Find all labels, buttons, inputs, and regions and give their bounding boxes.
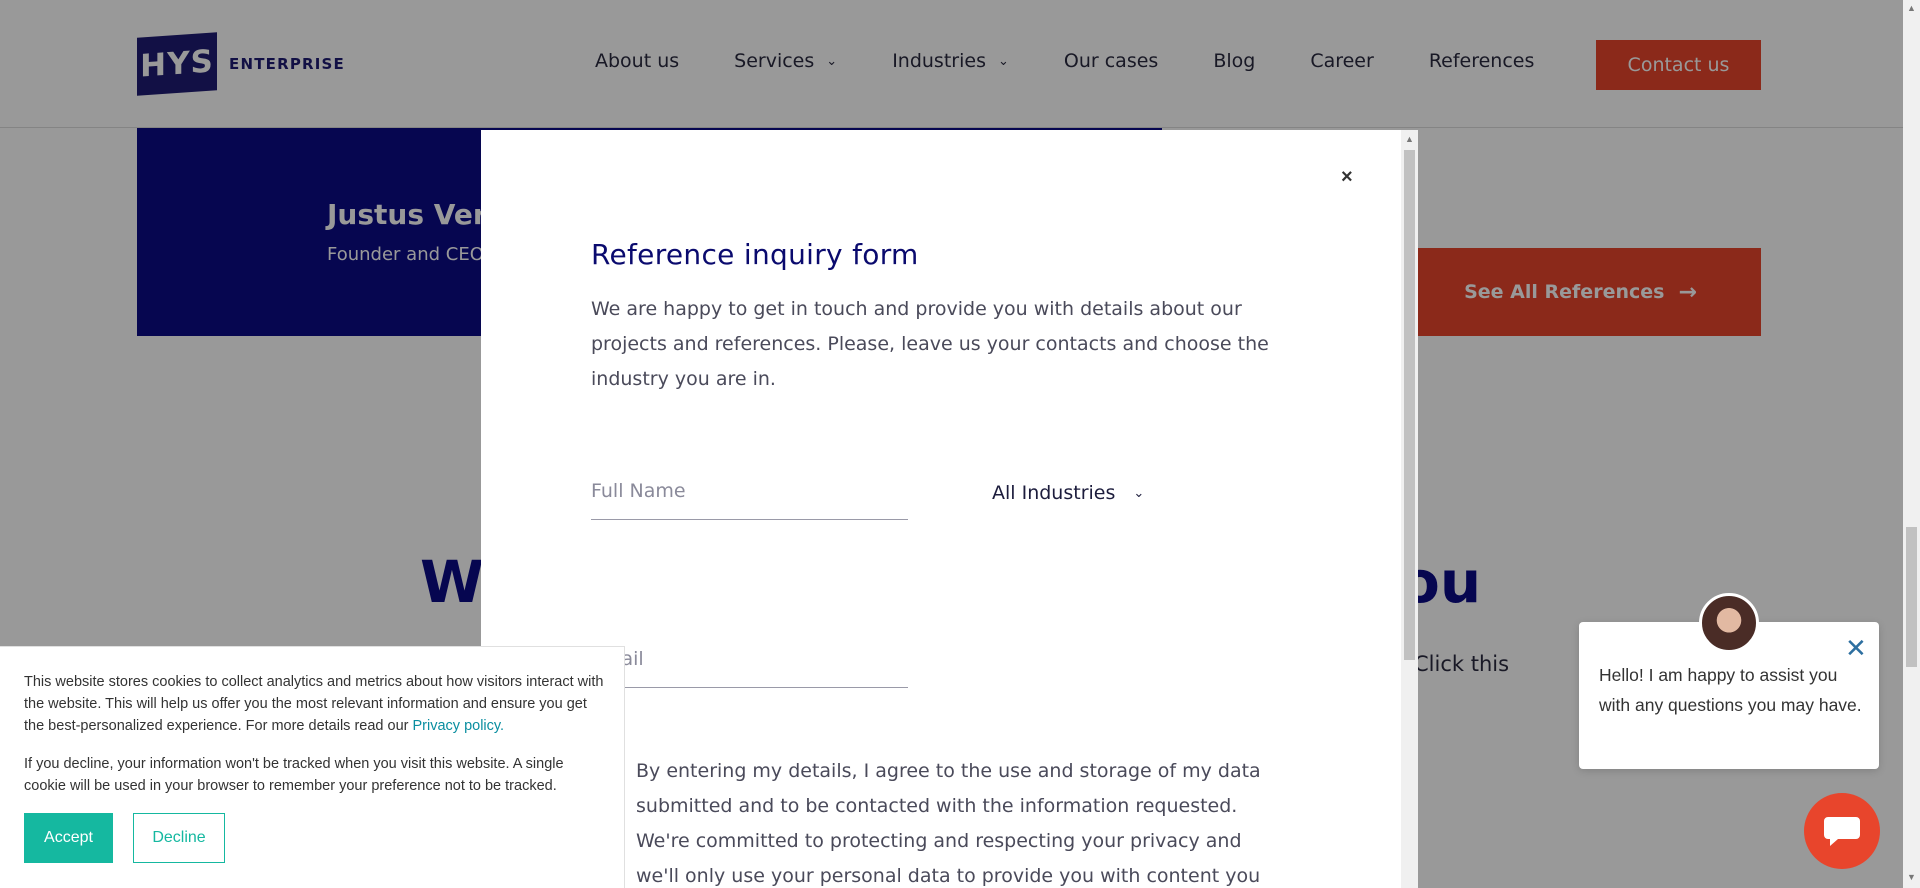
cookie-text-2: If you decline, your information won't b… (24, 756, 564, 794)
modal-title: Reference inquiry form (591, 238, 919, 271)
modal-scrollbar-thumb[interactable] (1404, 150, 1415, 660)
modal-scrollbar[interactable]: ▲ (1401, 130, 1418, 888)
scroll-up-arrow-icon[interactable]: ▲ (1907, 3, 1916, 13)
email-input[interactable] (591, 648, 908, 670)
cookie-text-1-body: This website stores cookies to collect a… (24, 674, 604, 734)
cookie-banner: This website stores cookies to collect a… (0, 646, 625, 888)
email-field (591, 648, 908, 688)
industry-select[interactable]: All Industries ⌄ (992, 482, 1144, 504)
scroll-up-arrow-icon[interactable]: ▲ (1405, 134, 1414, 144)
full-name-field (591, 480, 908, 520)
page-scrollbar[interactable]: ▲ ▼ (1903, 0, 1920, 888)
industry-select-value: All Industries (992, 482, 1116, 504)
chat-launcher-button[interactable] (1804, 793, 1880, 869)
cookie-text-1: This website stores cookies to collect a… (24, 671, 604, 737)
chat-icon (1824, 817, 1860, 846)
privacy-policy-link[interactable]: Privacy policy. (413, 718, 505, 734)
consent-text: By entering my details, I agree to the u… (636, 760, 1261, 887)
full-name-input[interactable] (591, 480, 908, 502)
close-icon[interactable]: × (1341, 166, 1353, 189)
avatar (1699, 593, 1759, 653)
scroll-down-arrow-icon[interactable]: ▼ (1907, 872, 1916, 882)
close-icon[interactable]: ✕ (1845, 635, 1867, 661)
chat-message: Hello! I am happy to assist you with any… (1599, 665, 1862, 715)
chevron-down-icon: ⌄ (1133, 485, 1145, 501)
accept-button[interactable]: Accept (24, 813, 113, 863)
decline-button[interactable]: Decline (133, 813, 225, 863)
page-scrollbar-thumb[interactable] (1906, 527, 1917, 667)
modal-description: We are happy to get in touch and provide… (591, 298, 1269, 390)
